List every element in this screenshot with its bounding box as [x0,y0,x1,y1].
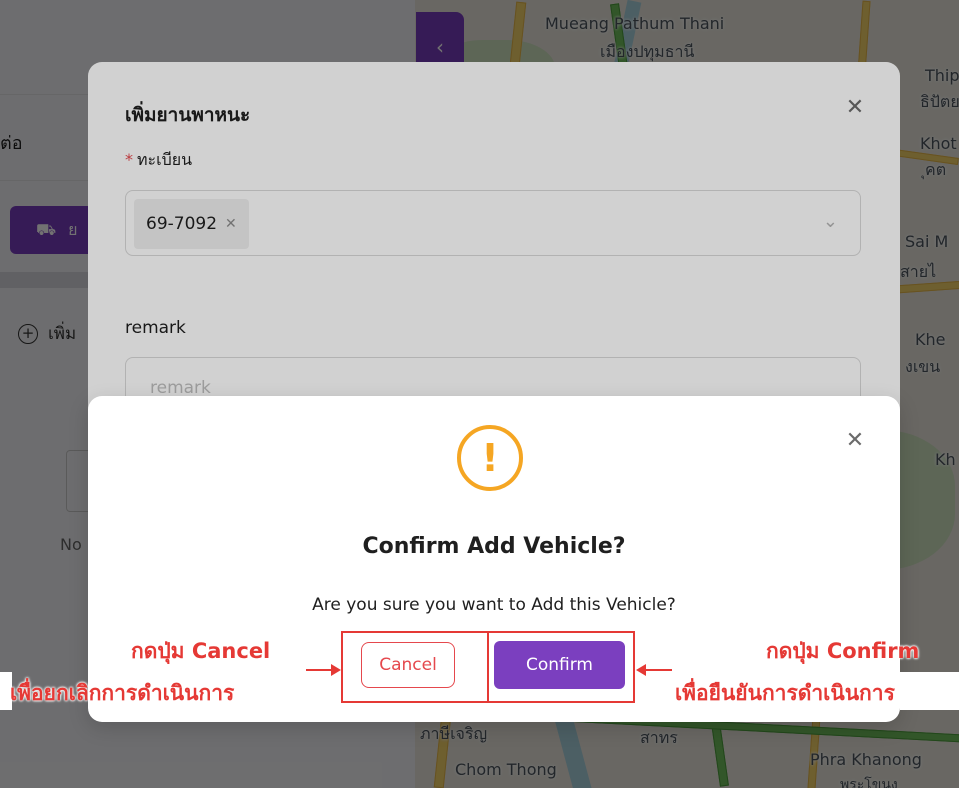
arrow-right-icon [331,664,341,676]
confirm-message: Are you sure you want to Add this Vehicl… [312,595,676,615]
confirm-annotation-line1: กดปุ่ม Confirm [766,639,920,663]
exclamation-circle-icon: ! [457,425,523,491]
arrow-left-icon [636,664,646,676]
confirm-annotation-line2: เพื่อยืนยันการดำเนินการ [675,681,895,705]
close-icon[interactable]: ✕ [843,428,867,453]
confirm-highlight-box [487,631,635,703]
cancel-arrow [306,669,332,671]
confirm-title: Confirm Add Vehicle? [362,534,626,559]
cancel-highlight-box [341,631,489,703]
cancel-annotation-line2: เพื่อยกเลิกการดำเนินการ [10,681,235,705]
annotation-background [900,672,959,710]
cancel-annotation-line1: กดปุ่ม Cancel [131,639,271,663]
confirm-arrow [646,669,672,671]
